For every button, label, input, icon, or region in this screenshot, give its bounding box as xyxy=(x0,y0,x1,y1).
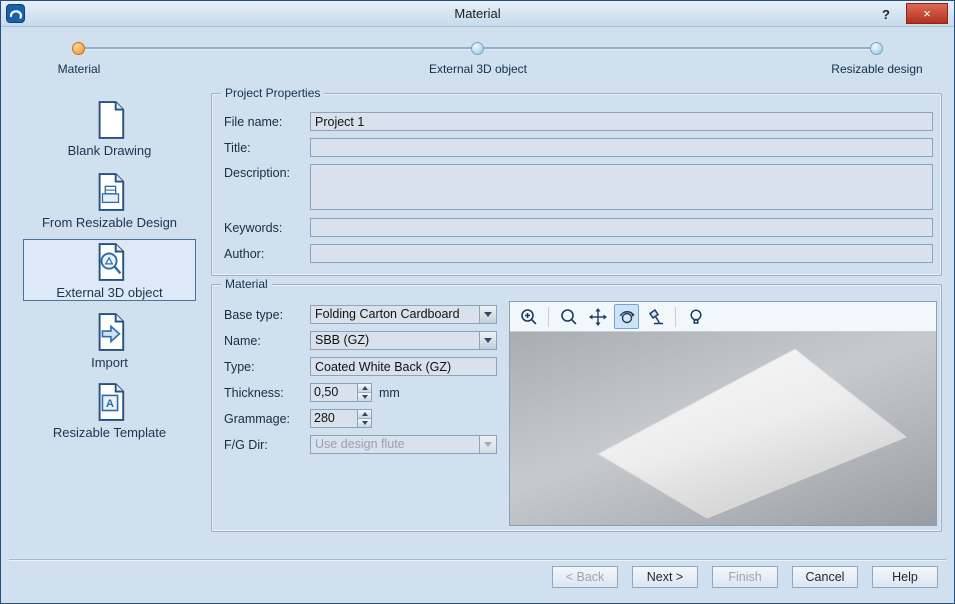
thickness-stepper[interactable]: 0,50 xyxy=(310,383,372,402)
sidebar-item-label: Import xyxy=(91,355,128,370)
import-icon xyxy=(93,312,127,352)
preview-toolbar xyxy=(510,302,936,332)
author-label: Author: xyxy=(224,247,310,261)
fg-dir-label: F/G Dir: xyxy=(224,438,310,452)
window-title: Material xyxy=(1,6,954,21)
thickness-value: 0,50 xyxy=(311,384,357,401)
material-name-dropdown[interactable]: SBB (GZ) xyxy=(310,331,497,350)
wizard-step-label-resizable: Resizable design xyxy=(807,62,947,76)
titlebar[interactable]: Material ? × xyxy=(1,1,954,27)
description-label: Description: xyxy=(224,166,310,180)
grammage-stepper[interactable]: 280 xyxy=(310,409,372,428)
resizable-template-icon: A xyxy=(93,382,127,422)
thickness-label: Thickness: xyxy=(224,386,310,400)
sidebar-item-external-3d-object[interactable]: External 3D object xyxy=(23,239,196,301)
sidebar-item-label: Blank Drawing xyxy=(68,143,152,158)
external-3d-object-icon xyxy=(93,242,127,282)
author-input[interactable] xyxy=(310,244,933,263)
zoom-area-icon[interactable] xyxy=(516,304,541,329)
grammage-label: Grammage: xyxy=(224,412,310,426)
back-button[interactable]: < Back xyxy=(552,566,618,588)
help-footer-button[interactable]: Help xyxy=(872,566,938,588)
sidebar-item-blank-drawing[interactable]: Blank Drawing xyxy=(23,97,196,159)
wizard-step-label-material: Material xyxy=(49,62,109,76)
toolbar-separator xyxy=(675,307,676,327)
preview-3d-canvas[interactable] xyxy=(510,332,936,525)
wizard-step-dot-material xyxy=(72,42,85,55)
blank-drawing-icon xyxy=(93,100,127,140)
lamp-icon[interactable] xyxy=(643,304,668,329)
sidebar-item-import[interactable]: Import xyxy=(23,309,196,371)
footer-buttons: < Back Next > Finish Cancel Help xyxy=(552,566,938,588)
resizable-design-icon xyxy=(93,172,127,212)
fg-dir-dropdown: Use design flute xyxy=(310,435,497,454)
material-name-value: SBB (GZ) xyxy=(311,332,479,349)
next-button[interactable]: Next > xyxy=(632,566,698,588)
sidebar-item-from-resizable-design[interactable]: From Resizable Design xyxy=(23,169,196,231)
material-dialog: Material ? × Material External 3D object… xyxy=(0,0,955,604)
material-name-label: Name: xyxy=(224,334,310,348)
close-icon: × xyxy=(923,6,931,21)
pan-icon[interactable] xyxy=(585,304,610,329)
grammage-value: 280 xyxy=(311,410,357,427)
help-button[interactable]: ? xyxy=(875,4,897,24)
thickness-unit-label: mm xyxy=(379,386,400,400)
title-input[interactable] xyxy=(310,138,933,157)
material-3d-preview-panel xyxy=(509,301,937,526)
wizard-step-dot-external-3d xyxy=(471,42,484,55)
grammage-increment-button[interactable] xyxy=(358,410,371,419)
thickness-increment-button[interactable] xyxy=(358,384,371,393)
wizard-progress: Material External 3D object Resizable de… xyxy=(1,31,954,83)
description-input[interactable] xyxy=(310,164,933,210)
keywords-label: Keywords: xyxy=(224,221,310,235)
chevron-down-icon xyxy=(479,436,496,453)
fg-dir-value: Use design flute xyxy=(311,436,479,453)
toolbar-separator xyxy=(548,307,549,327)
file-name-label: File name: xyxy=(224,115,310,129)
base-type-dropdown[interactable]: Folding Carton Cardboard xyxy=(310,305,497,324)
sidebar-item-label: External 3D object xyxy=(56,285,162,300)
wizard-step-dot-resizable xyxy=(870,42,883,55)
chevron-down-icon[interactable] xyxy=(479,332,496,349)
project-properties-group-label: Project Properties xyxy=(221,86,324,100)
keywords-input[interactable] xyxy=(310,218,933,237)
cardboard-sheet xyxy=(598,349,906,518)
creation-type-sidebar: Blank Drawing From Resizable Design xyxy=(23,95,196,465)
chevron-down-icon[interactable] xyxy=(479,306,496,323)
sidebar-item-label: Resizable Template xyxy=(53,425,166,440)
finish-button[interactable]: Finish xyxy=(712,566,778,588)
material-type-field[interactable] xyxy=(310,357,497,376)
project-properties-group: Project Properties File name: Title: Des… xyxy=(211,93,942,276)
grammage-decrement-button[interactable] xyxy=(358,419,371,427)
material-type-label: Type: xyxy=(224,360,310,374)
title-label: Title: xyxy=(224,141,310,155)
wizard-step-label-external-3d: External 3D object xyxy=(398,62,558,76)
sidebar-item-label: From Resizable Design xyxy=(42,215,177,230)
material-group-label: Material xyxy=(221,277,272,291)
close-button[interactable]: × xyxy=(906,3,948,24)
light-bulb-icon[interactable] xyxy=(683,304,708,329)
sidebar-item-resizable-template[interactable]: A Resizable Template xyxy=(23,379,196,441)
file-name-input[interactable] xyxy=(310,112,933,131)
zoom-icon[interactable] xyxy=(556,304,581,329)
svg-text:A: A xyxy=(105,398,113,410)
rotate-3d-icon[interactable] xyxy=(614,304,639,329)
base-type-value: Folding Carton Cardboard xyxy=(311,306,479,323)
cancel-button[interactable]: Cancel xyxy=(792,566,858,588)
footer-divider xyxy=(9,559,946,561)
base-type-label: Base type: xyxy=(224,308,310,322)
thickness-decrement-button[interactable] xyxy=(358,393,371,401)
